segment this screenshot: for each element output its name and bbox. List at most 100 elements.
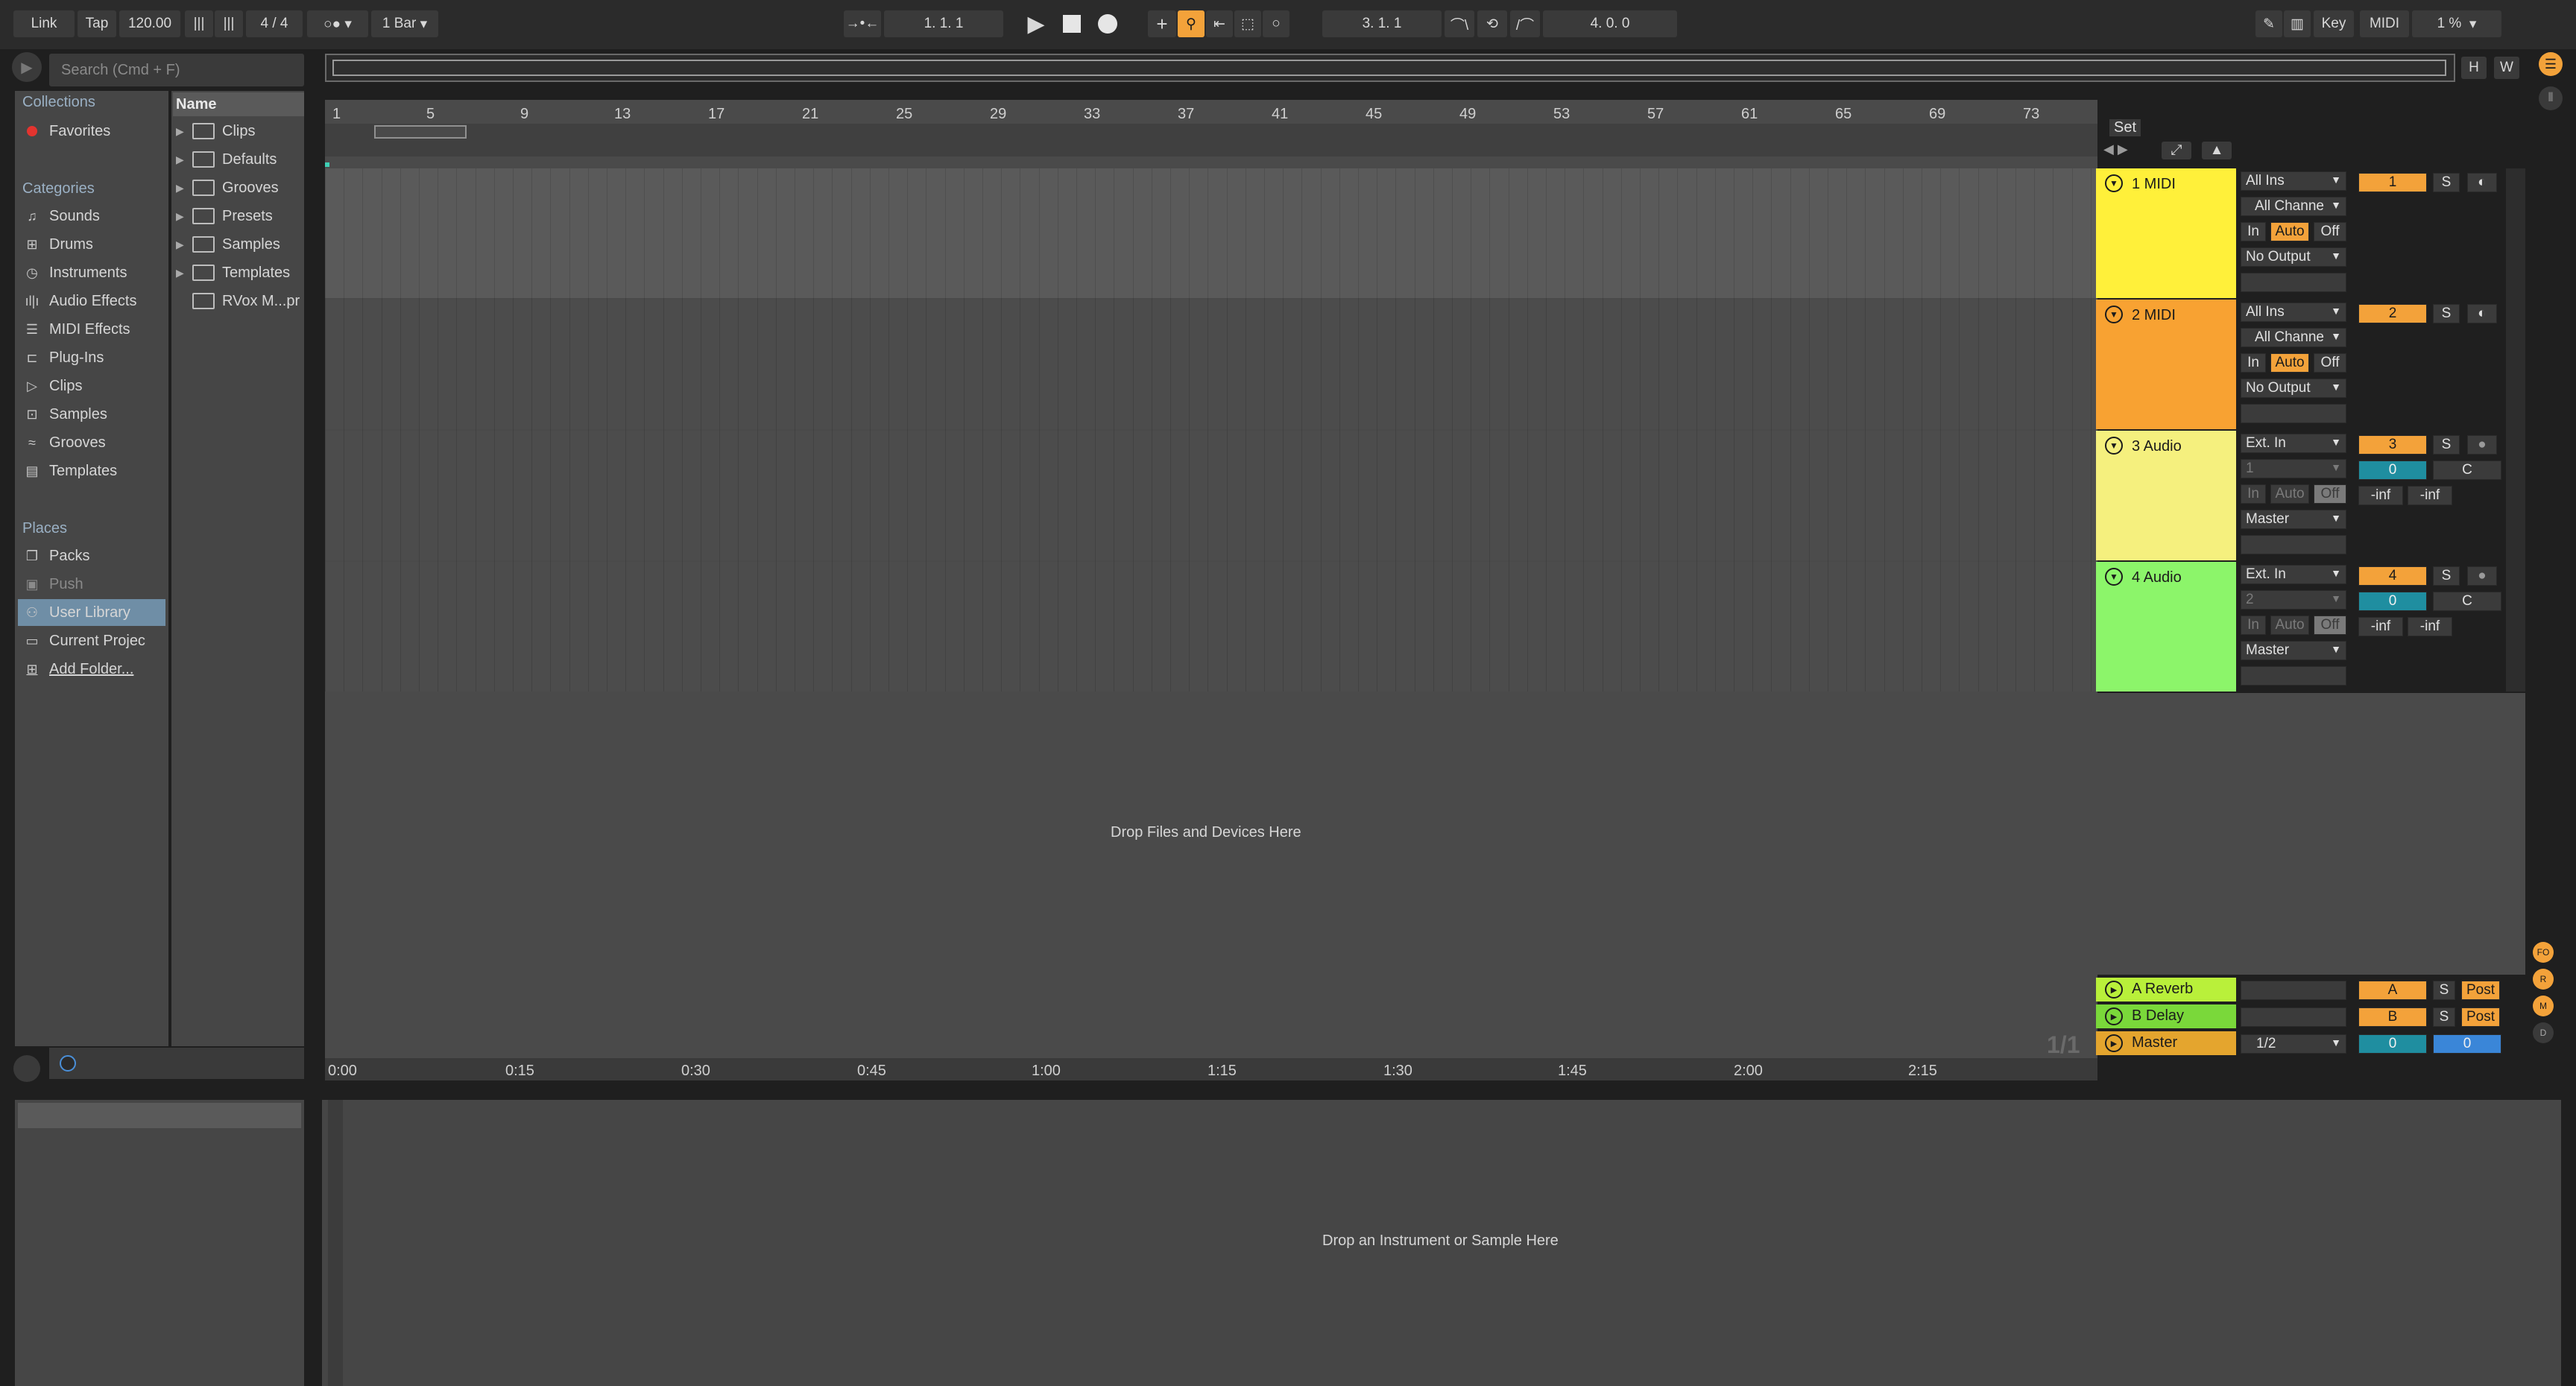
monitor-auto[interactable]: Auto bbox=[2270, 353, 2309, 373]
h-button[interactable]: H bbox=[2461, 57, 2487, 79]
song-position-field[interactable]: 1. 1. 1 bbox=[884, 10, 1003, 37]
post-button[interactable]: Post bbox=[2461, 981, 2500, 1000]
monitor-off[interactable]: Off bbox=[2314, 484, 2346, 504]
metronome-icon[interactable]: ○● ▾ bbox=[307, 10, 368, 37]
link-button[interactable]: Link bbox=[13, 10, 75, 37]
stop-button[interactable] bbox=[1057, 10, 1087, 37]
w-button[interactable]: W bbox=[2494, 57, 2519, 79]
tempo-field[interactable]: 120.00 bbox=[119, 10, 180, 37]
fold-track-icon[interactable]: ▼ bbox=[2105, 437, 2123, 455]
back-to-arrangement-icon[interactable]: ⇤ bbox=[1206, 10, 1233, 37]
solo-button[interactable]: S bbox=[2433, 1007, 2455, 1027]
master-value-2[interactable]: 0 bbox=[2433, 1034, 2501, 1054]
fold-track-icon[interactable]: ▼ bbox=[2105, 174, 2123, 192]
nudge-up-icon[interactable]: ||| bbox=[215, 10, 243, 37]
play-track-icon[interactable]: ▶ bbox=[2105, 1034, 2123, 1052]
play-button[interactable]: ▶ bbox=[1021, 10, 1051, 37]
sidebar-item-favorites[interactable]: Favorites bbox=[22, 118, 164, 145]
punch-out-icon[interactable]: /⌒ bbox=[1510, 10, 1540, 37]
track-4-title[interactable]: ▼ 4 Audio bbox=[2096, 562, 2236, 692]
sidebar-item-packs[interactable]: ❐ Packs bbox=[22, 542, 164, 569]
return-activator[interactable]: B bbox=[2358, 1007, 2427, 1027]
monitor-off[interactable]: Off bbox=[2314, 222, 2346, 241]
follow-icon[interactable]: →•← bbox=[844, 10, 881, 37]
arm-button-icon[interactable]: ● bbox=[2467, 566, 2497, 586]
track-3-input[interactable]: Ext. In ▼ bbox=[2241, 434, 2346, 453]
preview-bar[interactable] bbox=[49, 1048, 304, 1079]
track-lane-1[interactable] bbox=[325, 168, 2096, 298]
monitor-in[interactable]: In bbox=[2241, 222, 2266, 241]
loop-length-field[interactable]: 4. 0. 0 bbox=[1543, 10, 1677, 37]
play-track-icon[interactable]: ▶ bbox=[2105, 1007, 2123, 1025]
return-lane-a[interactable] bbox=[325, 978, 2096, 1003]
master-value-1[interactable]: 0 bbox=[2358, 1034, 2427, 1054]
fold-icon[interactable]: ⤢ bbox=[2162, 142, 2191, 159]
monitor-off[interactable]: Off bbox=[2314, 353, 2346, 373]
info-menu-icon[interactable]: ☰ bbox=[2539, 52, 2563, 76]
track-activator[interactable]: 3 bbox=[2358, 435, 2427, 455]
loop-switch-icon[interactable]: ⟲ bbox=[1477, 10, 1507, 37]
folder-item[interactable]: ▶ Grooves bbox=[176, 174, 279, 201]
sidebar-item-samples[interactable]: ⊡ Samples bbox=[22, 401, 164, 428]
track-3-channel[interactable]: 1 ▼ bbox=[2241, 459, 2346, 478]
sidebar-item-instruments[interactable]: ◷ Instruments bbox=[22, 259, 164, 286]
track-1-output-sub[interactable] bbox=[2241, 273, 2346, 292]
return-lane-b[interactable] bbox=[325, 1004, 2096, 1030]
arm-button-icon[interactable]: ● bbox=[2467, 435, 2497, 455]
sidebar-item-grooves[interactable]: ≈ Grooves bbox=[22, 429, 164, 456]
track-lane-3[interactable] bbox=[325, 431, 2096, 560]
master-quantize[interactable]: 1/2 ▼ bbox=[2241, 1034, 2346, 1054]
master-lane[interactable] bbox=[325, 1031, 2096, 1057]
folder-item[interactable]: ▶ Clips bbox=[176, 118, 255, 145]
track-2-input[interactable]: All Ins ▼ bbox=[2241, 303, 2346, 322]
return-b-title[interactable]: ▶ B Delay bbox=[2096, 1004, 2236, 1028]
track-4-output[interactable]: Master ▼ bbox=[2241, 641, 2346, 660]
automation-arm-icon[interactable]: ⚲ bbox=[1178, 10, 1205, 37]
return-a-title[interactable]: ▶ A Reverb bbox=[2096, 978, 2236, 1001]
monitor-in[interactable]: In bbox=[2241, 484, 2266, 504]
monitor-auto[interactable]: Auto bbox=[2270, 616, 2309, 635]
view-toggle-icon[interactable]: ⦀ bbox=[2539, 86, 2563, 110]
folder-item[interactable]: ▶ Samples bbox=[176, 231, 280, 258]
computer-keyboard-icon[interactable]: ▥ bbox=[2284, 10, 2311, 37]
solo-button[interactable]: S bbox=[2433, 304, 2460, 323]
nudge-down-icon[interactable]: ||| bbox=[185, 10, 213, 37]
track-1-input[interactable]: All Ins ▼ bbox=[2241, 171, 2346, 191]
track-1-title[interactable]: ▼ 1 MIDI bbox=[2096, 168, 2236, 298]
monitor-off[interactable]: Off bbox=[2314, 616, 2346, 635]
track-activator[interactable]: 2 bbox=[2358, 304, 2427, 323]
play-track-icon[interactable]: ▶ bbox=[2105, 981, 2123, 999]
monitor-in[interactable]: In bbox=[2241, 616, 2266, 635]
fold-track-icon[interactable]: ▼ bbox=[2105, 568, 2123, 586]
loop-start-field[interactable]: 3. 1. 1 bbox=[1322, 10, 1442, 37]
solo-button[interactable]: S bbox=[2433, 173, 2460, 192]
folder-item[interactable]: RVox M...pr bbox=[176, 288, 300, 314]
record-button[interactable] bbox=[1093, 10, 1123, 37]
monitor-auto[interactable]: Auto bbox=[2270, 484, 2309, 504]
track-activator[interactable]: 4 bbox=[2358, 566, 2427, 586]
lock-icon[interactable]: ▲ bbox=[2202, 142, 2232, 159]
return-activator[interactable]: A bbox=[2358, 981, 2427, 1000]
sidebar-item-drums[interactable]: ⊞ Drums bbox=[22, 231, 164, 258]
sidebar-item-templates[interactable]: ▤ Templates bbox=[22, 458, 164, 484]
folder-item[interactable]: ▶ Templates bbox=[176, 259, 290, 286]
fold-track-icon[interactable]: ▼ bbox=[2105, 306, 2123, 323]
track-3-output[interactable]: Master ▼ bbox=[2241, 510, 2346, 529]
return-toggle-button[interactable]: R bbox=[2533, 969, 2554, 990]
track-2-channel[interactable]: All Channe ▼ bbox=[2241, 328, 2346, 347]
sidebar-item-midi-effects[interactable]: ☰ MIDI Effects bbox=[22, 316, 164, 343]
sidebar-item-current-project[interactable]: ▭ Current Projec bbox=[22, 627, 164, 654]
track-1-output[interactable]: No Output ▼ bbox=[2241, 247, 2346, 267]
key-map-button[interactable]: Key bbox=[2314, 10, 2354, 37]
track-activator[interactable]: 1 bbox=[2358, 173, 2427, 192]
capture-icon[interactable]: ⬚ bbox=[1234, 10, 1261, 37]
track-2-output-sub[interactable] bbox=[2241, 404, 2346, 423]
arm-button-icon[interactable]: ◐ bbox=[2467, 173, 2497, 192]
monitor-auto[interactable]: Auto bbox=[2270, 222, 2309, 241]
track-lane-4[interactable] bbox=[325, 562, 2096, 692]
solo-button[interactable]: S bbox=[2433, 435, 2460, 455]
name-column-header[interactable]: Name bbox=[173, 92, 304, 116]
post-button[interactable]: Post bbox=[2461, 1007, 2500, 1027]
track-4-channel[interactable]: 2 ▼ bbox=[2241, 590, 2346, 610]
overdub-icon[interactable]: + bbox=[1148, 10, 1176, 37]
